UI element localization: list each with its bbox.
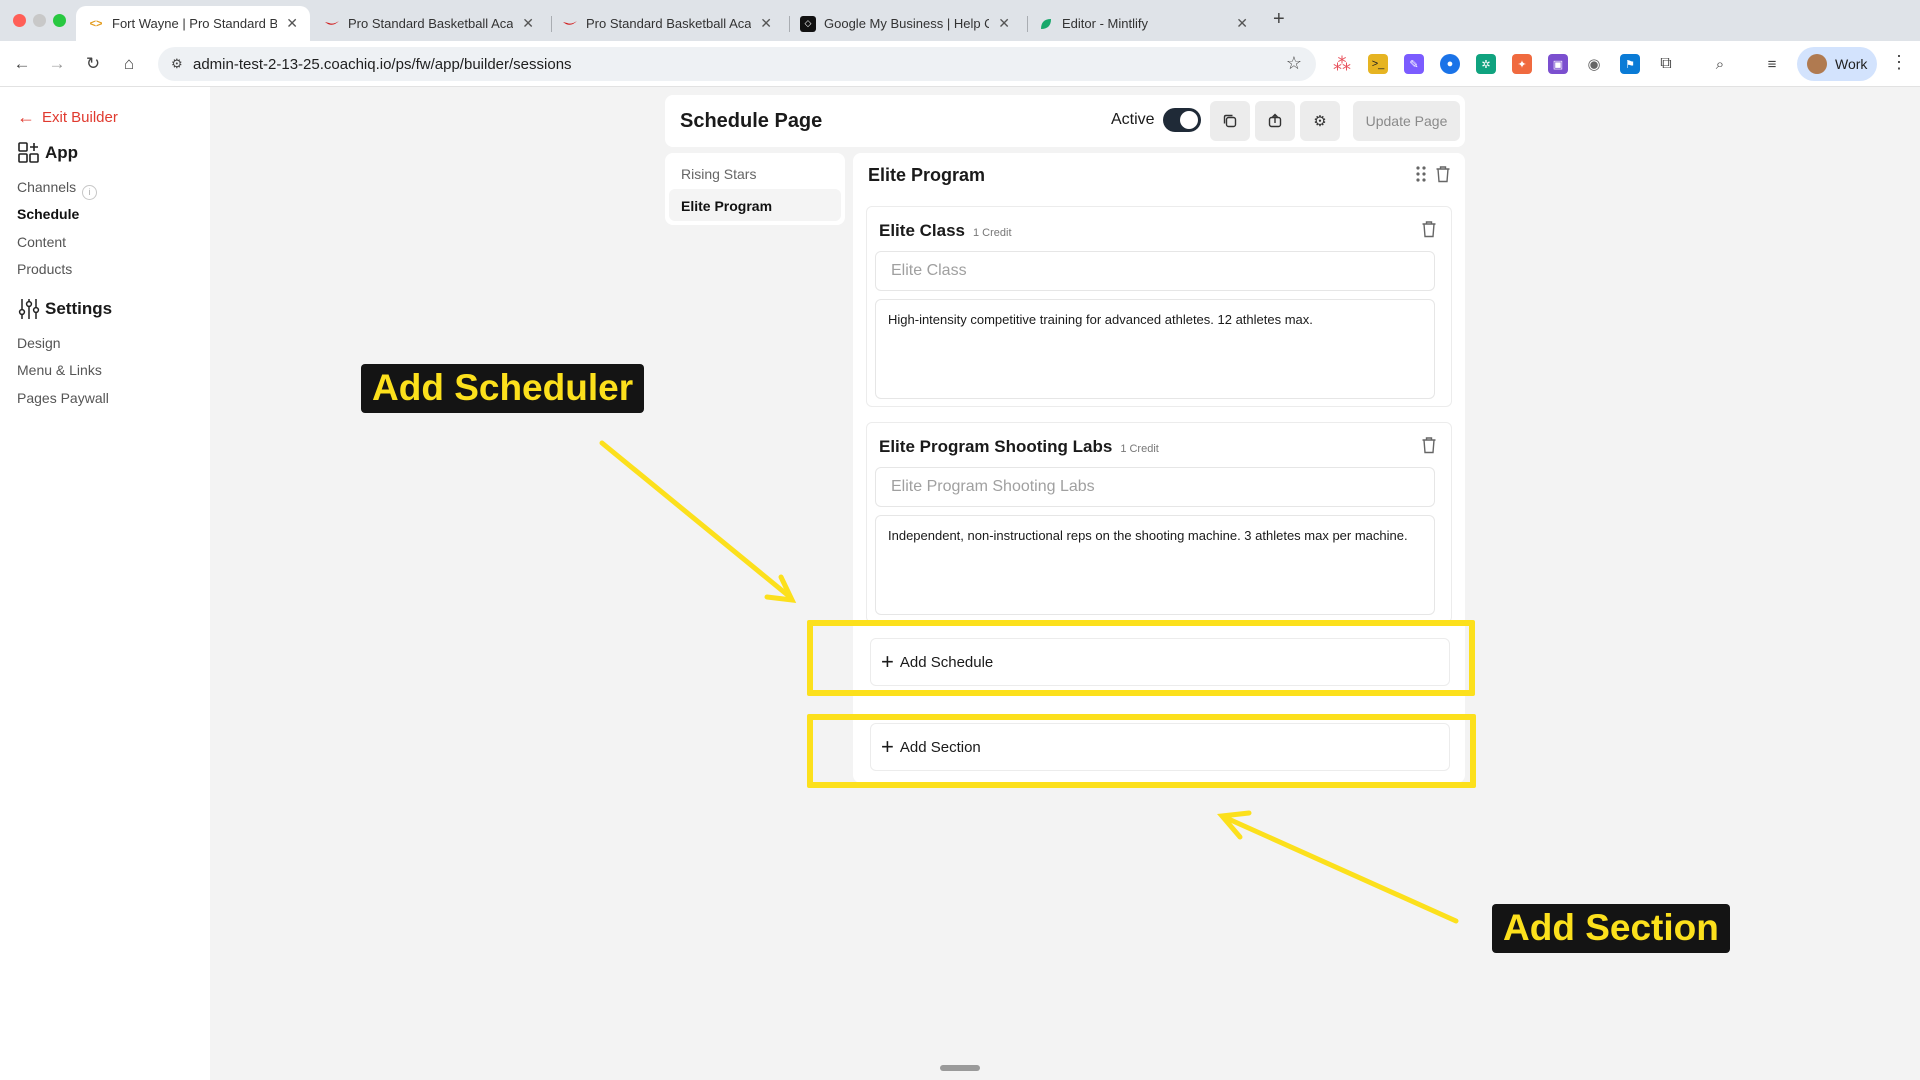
add-section-callout: Add Section: [1492, 904, 1730, 953]
scroll-handle[interactable]: [940, 1065, 980, 1071]
add-scheduler-callout: Add Scheduler: [361, 364, 645, 413]
arrow-to-add-section: [1221, 814, 1459, 924]
arrow-to-add-schedule: [599, 440, 793, 600]
